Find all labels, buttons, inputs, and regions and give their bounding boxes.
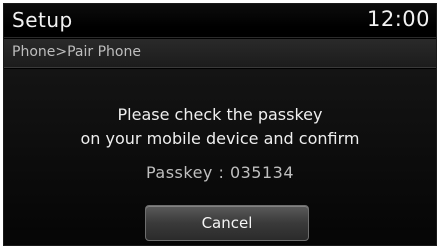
page-title: Setup (12, 8, 73, 32)
title-bar: Setup 12:00 (4, 4, 436, 38)
pairing-message-line-2: on your mobile device and confirm (80, 129, 360, 148)
clock: 12:00 (366, 7, 430, 31)
pairing-dialog: Please check the passkey on your mobile … (4, 69, 436, 245)
breadcrumb: Phone>Pair Phone (12, 44, 141, 60)
head-unit-screen: Setup 12:00 Phone>Pair Phone Please chec… (3, 3, 437, 246)
pairing-message-line-1: Please check the passkey (117, 105, 323, 124)
passkey-text: Passkey : 035134 (145, 163, 295, 182)
cancel-button[interactable]: Cancel (145, 205, 309, 241)
pairing-message: Please check the passkey on your mobile … (4, 103, 436, 151)
breadcrumb-bar: Phone>Pair Phone (4, 39, 436, 68)
